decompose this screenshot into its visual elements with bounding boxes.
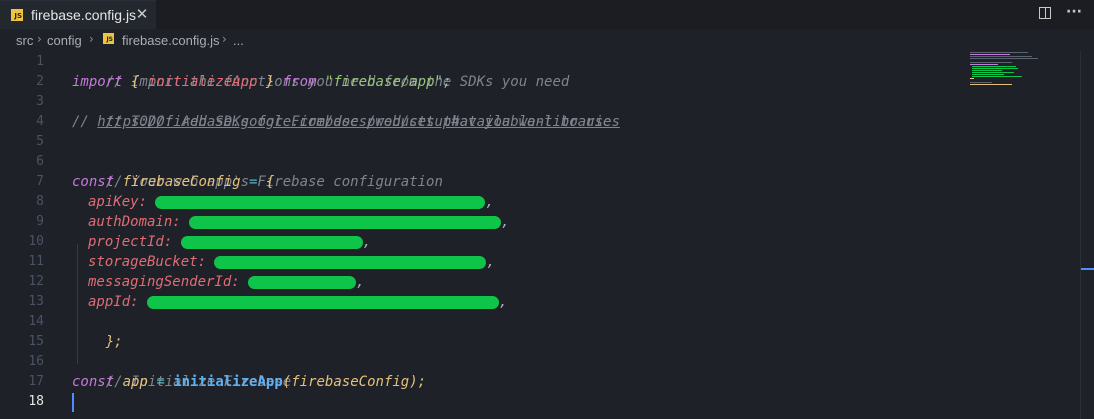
brace: {: [131, 74, 140, 90]
code-line-11: storageBucket: ,: [88, 252, 495, 272]
property-key: messagingSenderId:: [88, 274, 240, 290]
chevron-right-icon: ›: [37, 32, 42, 46]
line-number: 15: [28, 334, 44, 349]
line-number: 16: [28, 354, 44, 369]
chevron-right-icon: ›: [222, 32, 227, 46]
js-file-icon: JS: [103, 33, 114, 44]
close-icon[interactable]: ✕: [134, 6, 150, 22]
breadcrumb: src › config › firebase.config.js › ...: [0, 29, 1094, 51]
tab-firebase-config[interactable]: JS firebase.config.js ✕: [0, 0, 156, 29]
property-key: projectId:: [88, 234, 173, 250]
redacted-value: [155, 195, 486, 209]
line-number: 6: [36, 154, 44, 169]
code-line-16: // Initialize Firebase: [72, 352, 291, 390]
property-key: authDomain:: [88, 214, 181, 230]
identifier: app: [122, 374, 148, 390]
punctuation: ,: [501, 214, 510, 230]
code-editor[interactable]: 1 2 3 4 5 6 7 8 9 10 11 12 13 14 15 16 17 18 // Import th…: [0, 52, 1080, 419]
property-key: storageBucket:: [88, 254, 207, 270]
js-file-icon: JS: [11, 9, 23, 21]
line-number: 2: [36, 74, 44, 89]
paren: );: [409, 374, 427, 390]
more-actions-icon[interactable]: ···: [1063, 3, 1085, 23]
tab-label: firebase.config.js: [31, 7, 137, 23]
chevron-right-icon: ›: [89, 32, 94, 46]
line-number: 12: [28, 274, 44, 289]
code-line-9: authDomain: ,: [88, 212, 510, 232]
keyword: const: [72, 374, 115, 390]
breadcrumb-src[interactable]: src: [16, 33, 33, 48]
line-number: 14: [28, 314, 44, 329]
identifier: initializeApp: [147, 74, 258, 90]
line-number: 13: [28, 294, 44, 309]
punctuation: ,: [499, 294, 508, 310]
redacted-value: [214, 255, 487, 269]
line-number: 4: [36, 114, 44, 129]
code-line-13: appId: ,: [88, 292, 507, 312]
tab-bar: JS firebase.config.js ✕ ···: [0, 0, 1094, 29]
line-number: 11: [28, 254, 44, 269]
identifier: firebaseConfig: [291, 374, 410, 390]
brace: };: [105, 334, 123, 350]
string: "firebase/app": [324, 74, 443, 90]
function-call: initializeApp: [173, 374, 283, 390]
code-line-6: // Your web app's Firebase configuration: [72, 152, 443, 190]
operator: =: [156, 374, 165, 390]
line-number: 1: [36, 54, 44, 69]
line-number: 3: [36, 94, 44, 109]
doc-link[interactable]: https://firebase.google.com/docs/web/set…: [97, 114, 620, 130]
paren: (: [282, 374, 292, 390]
cursor-position-marker: [1081, 268, 1094, 270]
line-number: 18: [28, 394, 44, 409]
line-number: 8: [36, 194, 44, 209]
code-line-1: // Import the functions you need from th…: [72, 52, 570, 90]
punctuation: ,: [356, 274, 365, 290]
code-line-12: messagingSenderId: ,: [88, 272, 365, 292]
line-number: 5: [36, 134, 44, 149]
redacted-value: [180, 235, 363, 249]
vertical-scrollbar[interactable]: [1080, 51, 1094, 419]
property-key: appId:: [88, 294, 139, 310]
property-key: apiKey:: [88, 194, 148, 210]
breadcrumb-symbols[interactable]: ...: [233, 33, 244, 48]
code-line-3: // TODO: Add SDKs for Firebase products …: [72, 92, 612, 130]
comment: //: [72, 114, 98, 130]
code-line-7: const firebaseConfig = {: [72, 172, 274, 192]
code-line-4: // https://firebase.google.com/docs/web/…: [72, 112, 620, 132]
keyword: const: [72, 174, 115, 190]
punctuation: ,: [486, 254, 495, 270]
line-number: 7: [36, 174, 44, 189]
redacted-value: [147, 295, 500, 309]
redacted-value: [248, 275, 357, 289]
code-line-10: projectId: ,: [88, 232, 371, 252]
breadcrumb-file[interactable]: firebase.config.js: [122, 33, 220, 48]
line-number: 10: [28, 234, 44, 249]
text-cursor: [72, 393, 74, 412]
punctuation: ,: [485, 194, 494, 210]
operator: =: [249, 174, 258, 190]
minimap[interactable]: [968, 51, 1038, 91]
line-number: 9: [36, 214, 44, 229]
identifier: firebaseConfig: [122, 174, 241, 190]
brace: {: [265, 174, 275, 190]
breadcrumb-config[interactable]: config: [47, 33, 82, 48]
line-number: 17: [28, 374, 44, 389]
punctuation: ,: [362, 234, 372, 250]
redacted-value: [189, 215, 502, 229]
code-line-17: const app = initializeApp(firebaseConfig…: [72, 372, 426, 392]
code-line-14: };: [72, 312, 123, 350]
keyword: from: [282, 74, 317, 90]
code-line-8: apiKey: ,: [88, 192, 494, 212]
split-editor-icon[interactable]: [1039, 7, 1051, 19]
brace: }: [265, 74, 275, 90]
keyword: import: [72, 74, 123, 90]
code-line-2: import { initializeApp } from "firebase/…: [72, 72, 451, 92]
punctuation: ;: [442, 74, 452, 90]
